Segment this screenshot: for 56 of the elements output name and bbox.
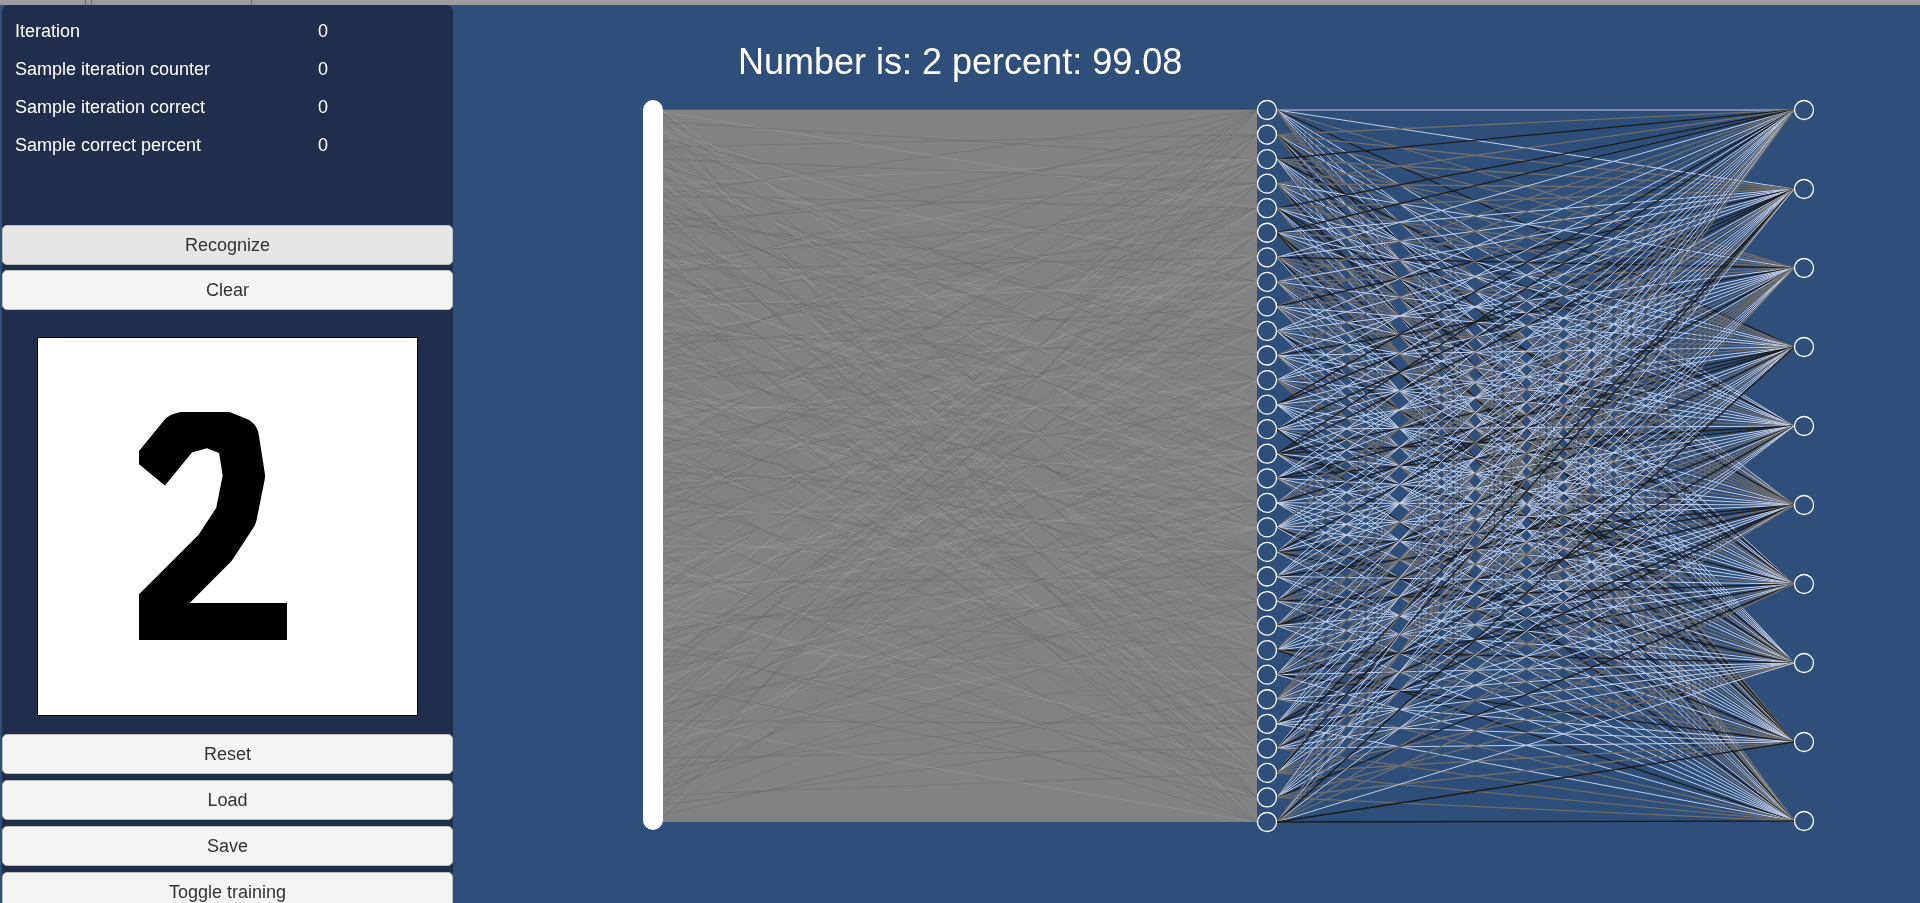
neuron-node bbox=[1256, 394, 1278, 415]
panel-button[interactable]: Reset bbox=[2, 734, 453, 774]
stat-value: 0 bbox=[318, 19, 328, 43]
neuron-node bbox=[1256, 713, 1278, 734]
neuron-node bbox=[1256, 566, 1278, 587]
neuron-node bbox=[1256, 811, 1278, 833]
neuron-node bbox=[1256, 320, 1278, 342]
neuron-node bbox=[1256, 468, 1278, 489]
neuron-node bbox=[1256, 148, 1278, 170]
neuron-node bbox=[1256, 615, 1278, 636]
neuron-node bbox=[1793, 99, 1815, 121]
neuron-node bbox=[1256, 590, 1278, 612]
neuron-node bbox=[1256, 271, 1278, 292]
neuron-node bbox=[1793, 810, 1815, 832]
stat-value: 0 bbox=[318, 95, 328, 119]
stat-label: Sample correct percent bbox=[15, 133, 203, 157]
neuron-node bbox=[1256, 173, 1278, 194]
neuron-node bbox=[1256, 689, 1278, 710]
prediction-text: Number is: 2 percent: 99.08 bbox=[738, 41, 1183, 82]
neuron-node bbox=[1256, 443, 1278, 464]
neuron-node bbox=[1256, 762, 1278, 784]
neuron-node bbox=[1256, 541, 1278, 563]
neuron-node bbox=[1256, 296, 1278, 317]
panel-button[interactable]: Save bbox=[2, 826, 453, 866]
neuron-node bbox=[1256, 640, 1278, 661]
neuron-node bbox=[1793, 573, 1815, 595]
neuron-node bbox=[1793, 415, 1815, 437]
neuron-node bbox=[1256, 247, 1278, 268]
neuron-node bbox=[1256, 198, 1278, 219]
neuron-node bbox=[1256, 124, 1278, 145]
panel-button[interactable]: Toggle training bbox=[2, 872, 453, 903]
neuron-node bbox=[1793, 257, 1815, 279]
panel-button[interactable]: Recognize bbox=[2, 225, 453, 265]
neuron-node bbox=[1793, 652, 1815, 674]
stat-label: Sample iteration counter bbox=[15, 57, 212, 81]
neuron-node bbox=[1256, 787, 1278, 808]
panel-button[interactable]: Load bbox=[2, 780, 453, 820]
neuron-node bbox=[1256, 99, 1278, 121]
neuron-node bbox=[1793, 336, 1815, 358]
neuron-node bbox=[1256, 345, 1278, 366]
neuron-node bbox=[1256, 517, 1278, 538]
neuron-node bbox=[1793, 731, 1815, 753]
stat-value: 0 bbox=[318, 133, 328, 157]
neuron-node bbox=[1256, 369, 1278, 391]
neuron-node bbox=[1256, 664, 1278, 685]
panel-button[interactable]: Clear bbox=[2, 270, 453, 310]
neuron-node bbox=[1256, 738, 1278, 759]
drawing-canvas[interactable] bbox=[37, 337, 418, 716]
neuron-node bbox=[1793, 494, 1815, 516]
neuron-node bbox=[1793, 178, 1815, 200]
stat-label: Sample iteration correct bbox=[15, 95, 207, 119]
neuron-node bbox=[1256, 222, 1278, 243]
neuron-node bbox=[1256, 419, 1278, 440]
stat-value: 0 bbox=[318, 57, 328, 81]
stat-label: Iteration bbox=[15, 19, 82, 43]
neuron-node bbox=[1256, 492, 1278, 513]
